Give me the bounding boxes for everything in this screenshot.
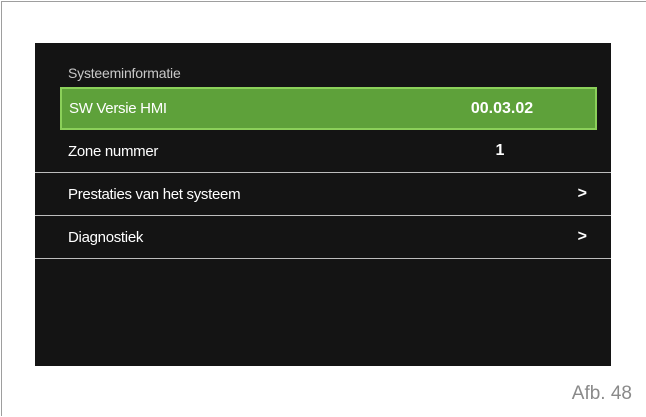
hmi-screen: Systeeminformatie SW Versie HMI 00.03.02… — [35, 43, 611, 366]
screen-title: Systeeminformatie — [68, 65, 181, 81]
figure-caption: Afb. 48 — [571, 383, 632, 404]
menu-item-system-performance[interactable]: Prestaties van het systeem > — [35, 173, 611, 216]
menu-item-label: SW Versie HMI — [69, 100, 167, 117]
menu-item-label: Zone nummer — [68, 142, 159, 160]
system-info-menu: SW Versie HMI 00.03.02 Zone nummer 1 Pre… — [35, 87, 611, 259]
zone-number-value: 1 — [495, 142, 505, 159]
menu-item-sw-version[interactable]: SW Versie HMI 00.03.02 — [60, 87, 597, 130]
chevron-right-icon: > — [577, 228, 587, 245]
menu-item-label: Diagnostiek — [68, 228, 144, 246]
menu-item-zone-number[interactable]: Zone nummer 1 — [35, 130, 611, 173]
menu-item-diagnostics[interactable]: Diagnostiek > — [35, 216, 611, 259]
sw-version-value: 00.03.02 — [470, 99, 534, 117]
menu-item-label: Prestaties van het systeem — [68, 185, 241, 203]
chevron-right-icon: > — [577, 185, 587, 202]
